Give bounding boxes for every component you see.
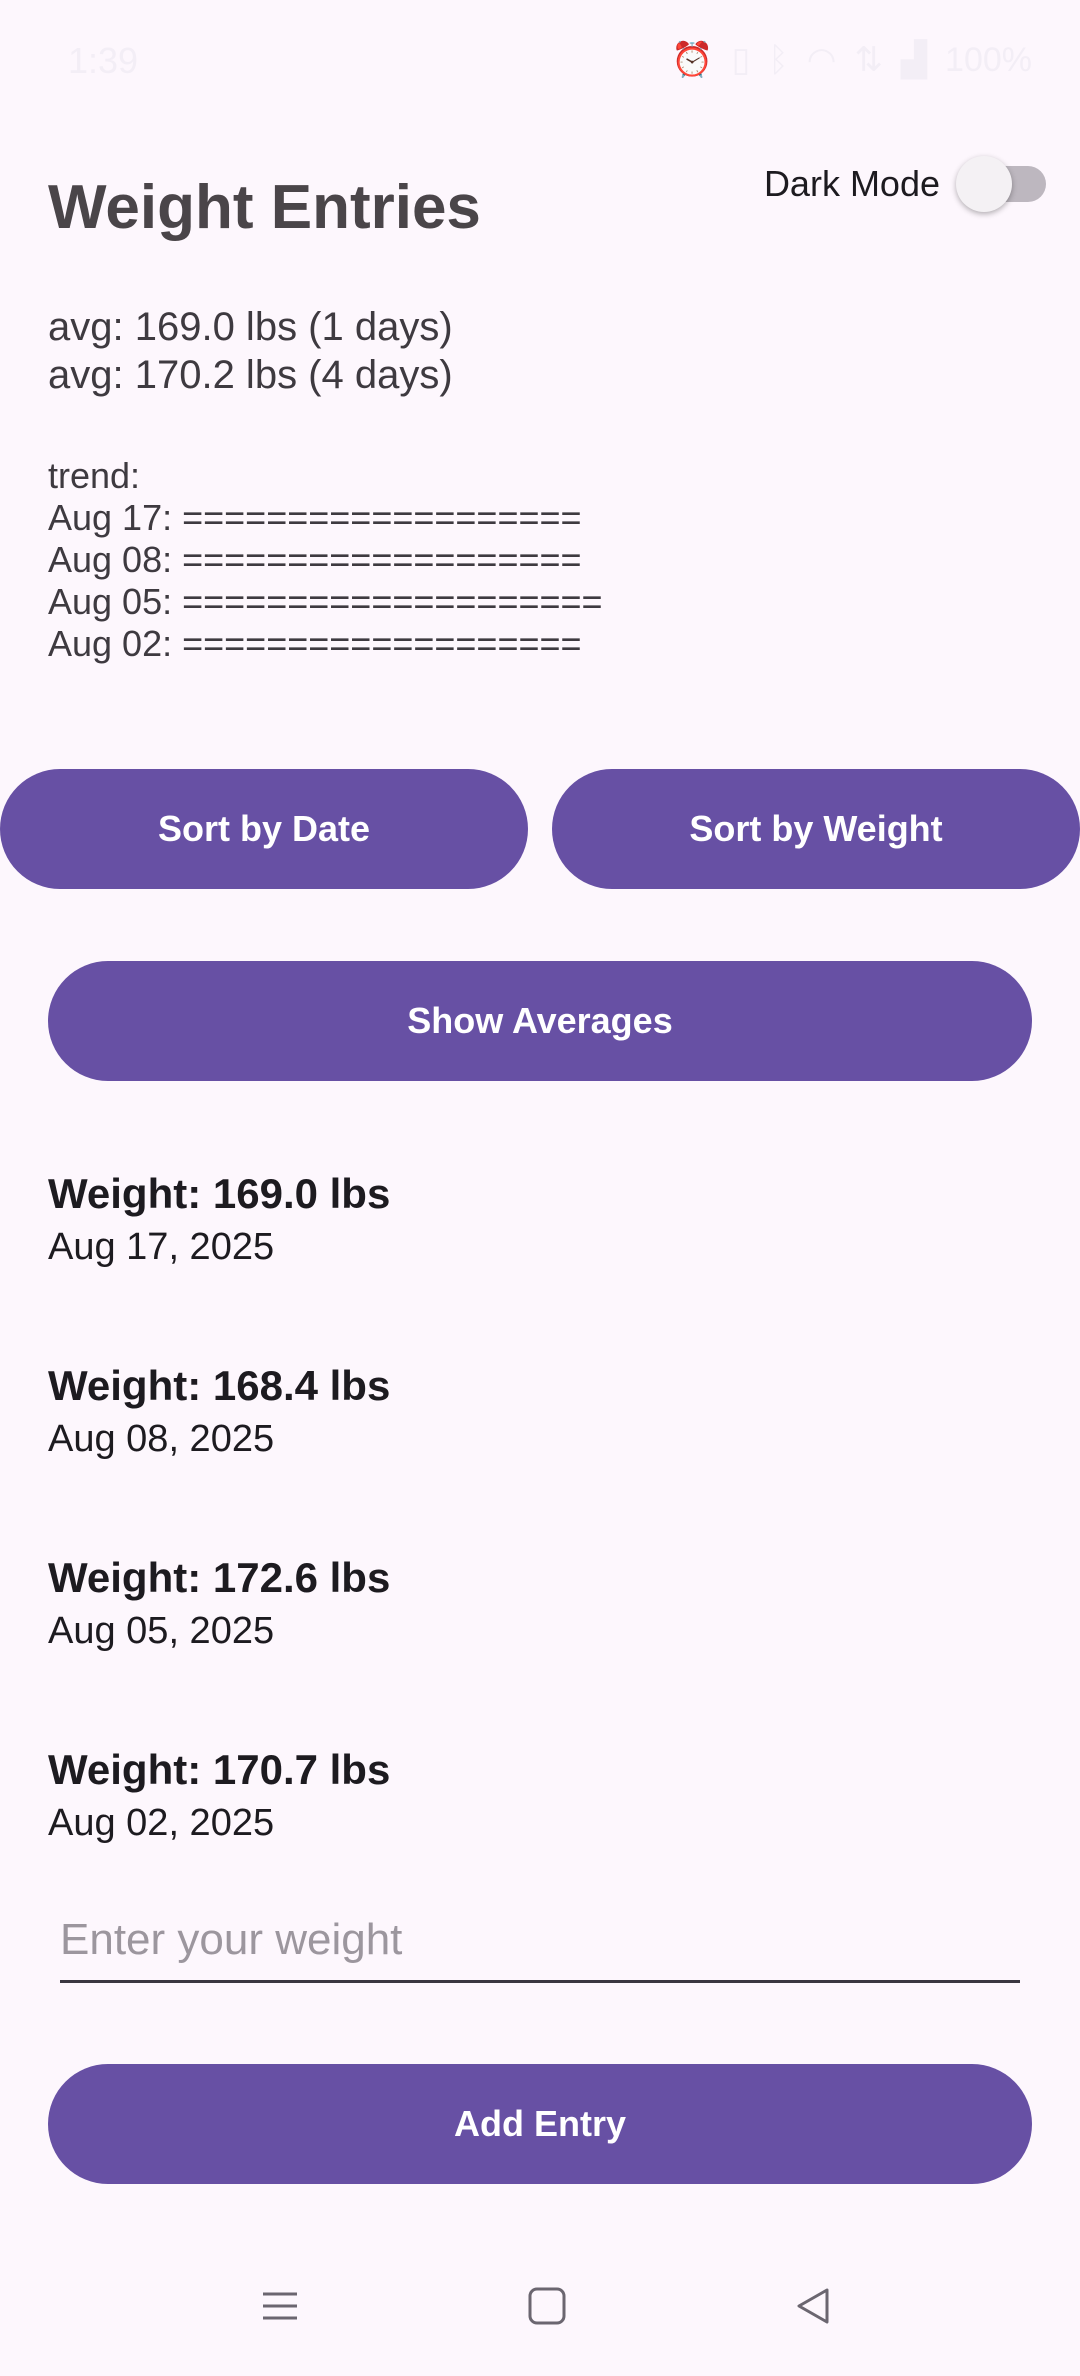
show-averages-button[interactable]: Show Averages bbox=[48, 961, 1032, 1081]
signal-icon: ▟ bbox=[900, 41, 928, 79]
dark-mode-toggle-row: Dark Mode bbox=[764, 150, 1048, 218]
dark-mode-label: Dark Mode bbox=[763, 163, 940, 204]
status-icons: ⏰ ▯ ᛒ ◠ ⇅ ▟ 100% bbox=[671, 40, 1032, 80]
entry-date: Aug 05, 2025 bbox=[48, 1610, 275, 1652]
entry-date: Aug 08, 2025 bbox=[48, 1418, 275, 1460]
data-icon: ⇅ bbox=[854, 41, 883, 79]
status-bar: 1:39 ⏰ ▯ ᛒ ◠ ⇅ ▟ 100% bbox=[0, 0, 1080, 130]
wifi-icon: ◠ bbox=[806, 41, 837, 79]
dark-mode-switch[interactable] bbox=[956, 150, 1048, 218]
page-title: Weight Entries bbox=[48, 173, 481, 242]
vibrate-icon: ▯ bbox=[731, 41, 751, 79]
battery-percent: 100% bbox=[945, 40, 1032, 79]
trend-line: Aug 02: =================== bbox=[48, 623, 582, 664]
back-icon[interactable] bbox=[773, 2266, 853, 2346]
trend-line: Aug 17: =================== bbox=[48, 497, 582, 538]
system-nav-bar bbox=[0, 2246, 1080, 2376]
menu-icon[interactable] bbox=[240, 2266, 320, 2346]
switch-thumb bbox=[956, 156, 1012, 212]
average-4day: avg: 170.2 lbs (4 days) bbox=[48, 353, 453, 397]
sort-by-weight-button[interactable]: Sort by Weight bbox=[552, 769, 1080, 889]
entry-weight: Weight: 168.4 lbs bbox=[48, 1362, 391, 1409]
trend-line: Aug 05: ==================== bbox=[48, 581, 603, 622]
entry-weight: Weight: 170.7 lbs bbox=[48, 1746, 391, 1793]
entry-date: Aug 02, 2025 bbox=[48, 1802, 275, 1844]
entry-weight: Weight: 169.0 lbs bbox=[48, 1170, 391, 1217]
trend-line: Aug 08: =================== bbox=[48, 539, 582, 580]
status-time: 1:39 bbox=[68, 40, 139, 81]
home-icon[interactable] bbox=[507, 2266, 587, 2346]
trend-label: trend: bbox=[48, 455, 141, 496]
add-entry-button[interactable]: Add Entry bbox=[48, 2064, 1032, 2184]
entry-weight: Weight: 172.6 lbs bbox=[48, 1554, 391, 1601]
weight-input[interactable] bbox=[60, 1900, 1020, 1983]
entry-date: Aug 17, 2025 bbox=[48, 1226, 275, 1268]
sort-by-date-button[interactable]: Sort by Date bbox=[0, 769, 528, 889]
bluetooth-icon: ᛒ bbox=[768, 40, 789, 79]
average-1day: avg: 169.0 lbs (1 days) bbox=[48, 305, 453, 349]
alarm-icon: ⏰ bbox=[671, 41, 714, 79]
